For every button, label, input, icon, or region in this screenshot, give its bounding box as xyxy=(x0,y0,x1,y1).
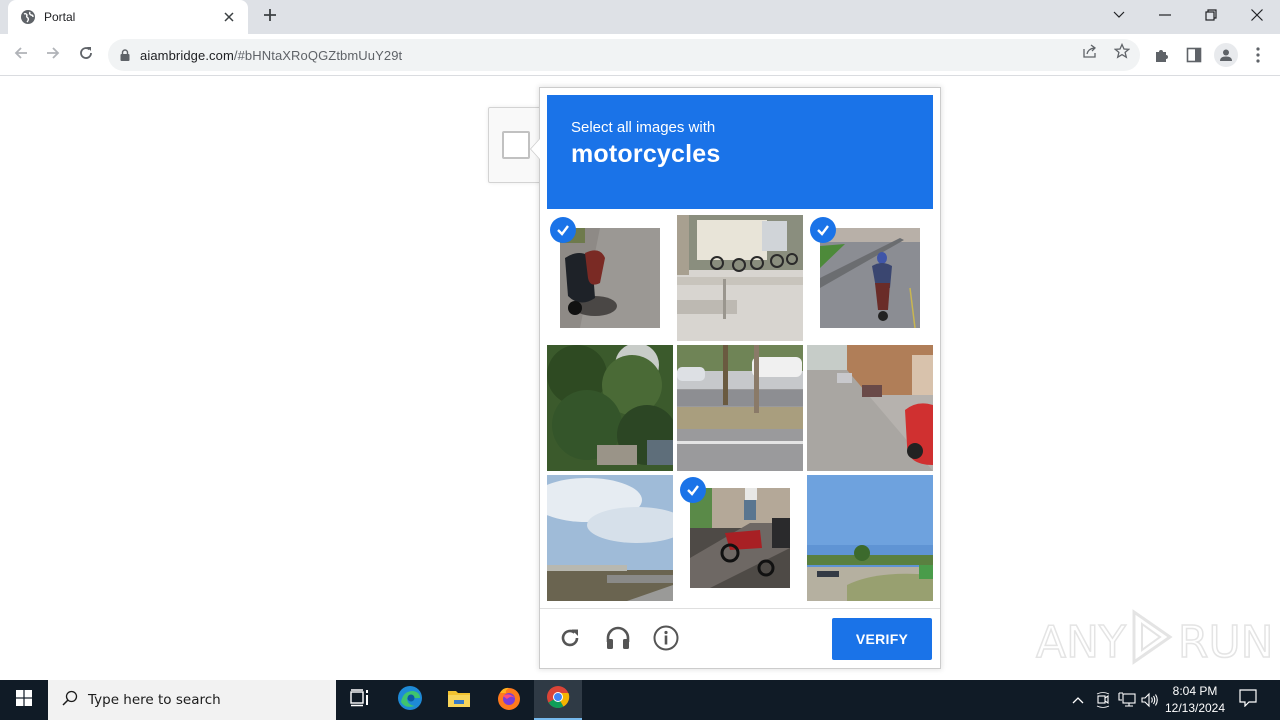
arrow-right-icon xyxy=(45,45,61,66)
task-view-button[interactable] xyxy=(336,680,384,720)
start-button[interactable] xyxy=(0,680,48,720)
notification-icon xyxy=(1239,688,1257,712)
play-logo-icon xyxy=(1130,608,1174,677)
anyrun-watermark: ANY RUN xyxy=(1035,607,1274,677)
close-window-button[interactable] xyxy=(1234,0,1280,30)
tab-search-button[interactable] xyxy=(1096,0,1142,30)
taskbar-clock[interactable]: 8:04 PM 12/13/2024 xyxy=(1160,683,1230,717)
tab-bar: Portal xyxy=(0,0,1280,34)
back-button[interactable] xyxy=(8,42,34,68)
prompt-text: Select all images with xyxy=(571,119,716,136)
kebab-menu-icon[interactable] xyxy=(1248,45,1268,65)
lock-icon[interactable] xyxy=(120,49,130,61)
chrome-icon xyxy=(546,685,570,714)
arrow-left-icon xyxy=(13,45,29,66)
verify-button[interactable]: VERIFY xyxy=(832,618,932,660)
image-tile-6[interactable] xyxy=(807,345,933,471)
image-tile-8[interactable] xyxy=(677,475,803,601)
clock-time: 8:04 PM xyxy=(1172,684,1218,698)
audio-challenge-button[interactable] xyxy=(603,625,633,655)
image-grid xyxy=(547,215,935,601)
tile-image xyxy=(807,475,933,601)
watermark-text-right: RUN xyxy=(1177,616,1274,669)
firefox-taskbar-button[interactable] xyxy=(485,680,533,720)
tile-image xyxy=(807,345,933,471)
tile-image xyxy=(560,228,660,328)
url-domain: aiambridge.com xyxy=(140,47,234,63)
info-button[interactable] xyxy=(651,625,681,655)
captcha-checkbox[interactable] xyxy=(502,131,530,159)
search-icon xyxy=(62,690,78,711)
reload-challenge-button[interactable] xyxy=(555,625,585,655)
image-tile-1[interactable] xyxy=(547,215,673,341)
tile-image xyxy=(547,475,673,601)
browser-tab[interactable]: Portal xyxy=(8,0,248,34)
tile-image xyxy=(547,345,673,471)
new-tab-button[interactable] xyxy=(259,5,281,27)
taskbar-search-box[interactable]: Type here to search xyxy=(48,680,336,720)
checkmark-icon xyxy=(680,477,706,503)
clock-date: 12/13/2024 xyxy=(1164,701,1226,715)
side-panel-icon[interactable] xyxy=(1184,45,1204,65)
volume-icon[interactable] xyxy=(1140,680,1160,720)
captcha-challenge: Select all images with motorcycles VERIF… xyxy=(530,87,941,669)
forward-button[interactable] xyxy=(40,42,66,68)
extensions-icon[interactable] xyxy=(1152,45,1172,65)
chevron-up-icon xyxy=(1072,691,1084,709)
task-view-icon xyxy=(350,688,370,712)
action-center-button[interactable] xyxy=(1234,680,1262,720)
image-tile-7[interactable] xyxy=(547,475,673,601)
image-tile-2[interactable] xyxy=(677,215,803,341)
bookmark-star-icon[interactable] xyxy=(1113,42,1131,60)
watermark-text-left: ANY xyxy=(1035,616,1126,669)
tile-image xyxy=(690,488,790,588)
tile-image xyxy=(820,228,920,328)
browser-toolbar: aiambridge.com/#bHNtaXRoQGZtbmUuY29t xyxy=(0,34,1280,76)
reload-icon xyxy=(78,45,94,66)
reload-button[interactable] xyxy=(73,42,99,68)
search-placeholder: Type here to search xyxy=(88,692,221,708)
chrome-taskbar-button[interactable] xyxy=(534,680,582,720)
profile-avatar-icon[interactable] xyxy=(1214,43,1238,67)
windows-logo-icon xyxy=(16,689,32,711)
checkmark-icon xyxy=(810,217,836,243)
headphones-icon xyxy=(605,625,631,656)
prompt-target: motorcycles xyxy=(571,140,721,168)
network-icon[interactable] xyxy=(1116,680,1138,720)
address-bar[interactable]: aiambridge.com/#bHNtaXRoQGZtbmUuY29t xyxy=(108,39,1140,71)
page-content: Select all images with motorcycles VERIF… xyxy=(0,77,1280,680)
edge-taskbar-button[interactable] xyxy=(386,680,434,720)
edge-icon xyxy=(397,685,423,716)
windows-taskbar: Type here to search 8:04 PM 12/13/2024 xyxy=(0,680,1280,720)
firefox-icon xyxy=(496,685,522,716)
tab-title: Portal xyxy=(44,10,76,24)
reload-icon xyxy=(558,626,582,655)
url-text: aiambridge.com/#bHNtaXRoQGZtbmUuY29t xyxy=(140,48,402,63)
info-icon xyxy=(653,625,679,656)
minimize-button[interactable] xyxy=(1142,0,1188,30)
tile-image xyxy=(677,215,803,341)
url-path: /#bHNtaXRoQGZtbmUuY29t xyxy=(233,47,403,63)
restore-button[interactable] xyxy=(1188,0,1234,30)
tile-image xyxy=(677,345,803,471)
image-tile-9[interactable] xyxy=(807,475,933,601)
image-tile-5[interactable] xyxy=(677,345,803,471)
close-tab-icon[interactable] xyxy=(220,9,238,25)
folder-icon xyxy=(447,688,471,713)
captcha-footer: VERIFY xyxy=(540,608,940,668)
share-icon[interactable] xyxy=(1081,42,1099,60)
file-explorer-taskbar-button[interactable] xyxy=(435,680,483,720)
show-hidden-icons-button[interactable] xyxy=(1068,680,1088,720)
globe-icon xyxy=(20,9,36,25)
image-tile-4[interactable] xyxy=(547,345,673,471)
checkmark-icon xyxy=(550,217,576,243)
meet-now-icon[interactable] xyxy=(1093,680,1113,720)
image-tile-3[interactable] xyxy=(807,215,933,341)
captcha-prompt: Select all images with motorcycles xyxy=(547,95,933,209)
